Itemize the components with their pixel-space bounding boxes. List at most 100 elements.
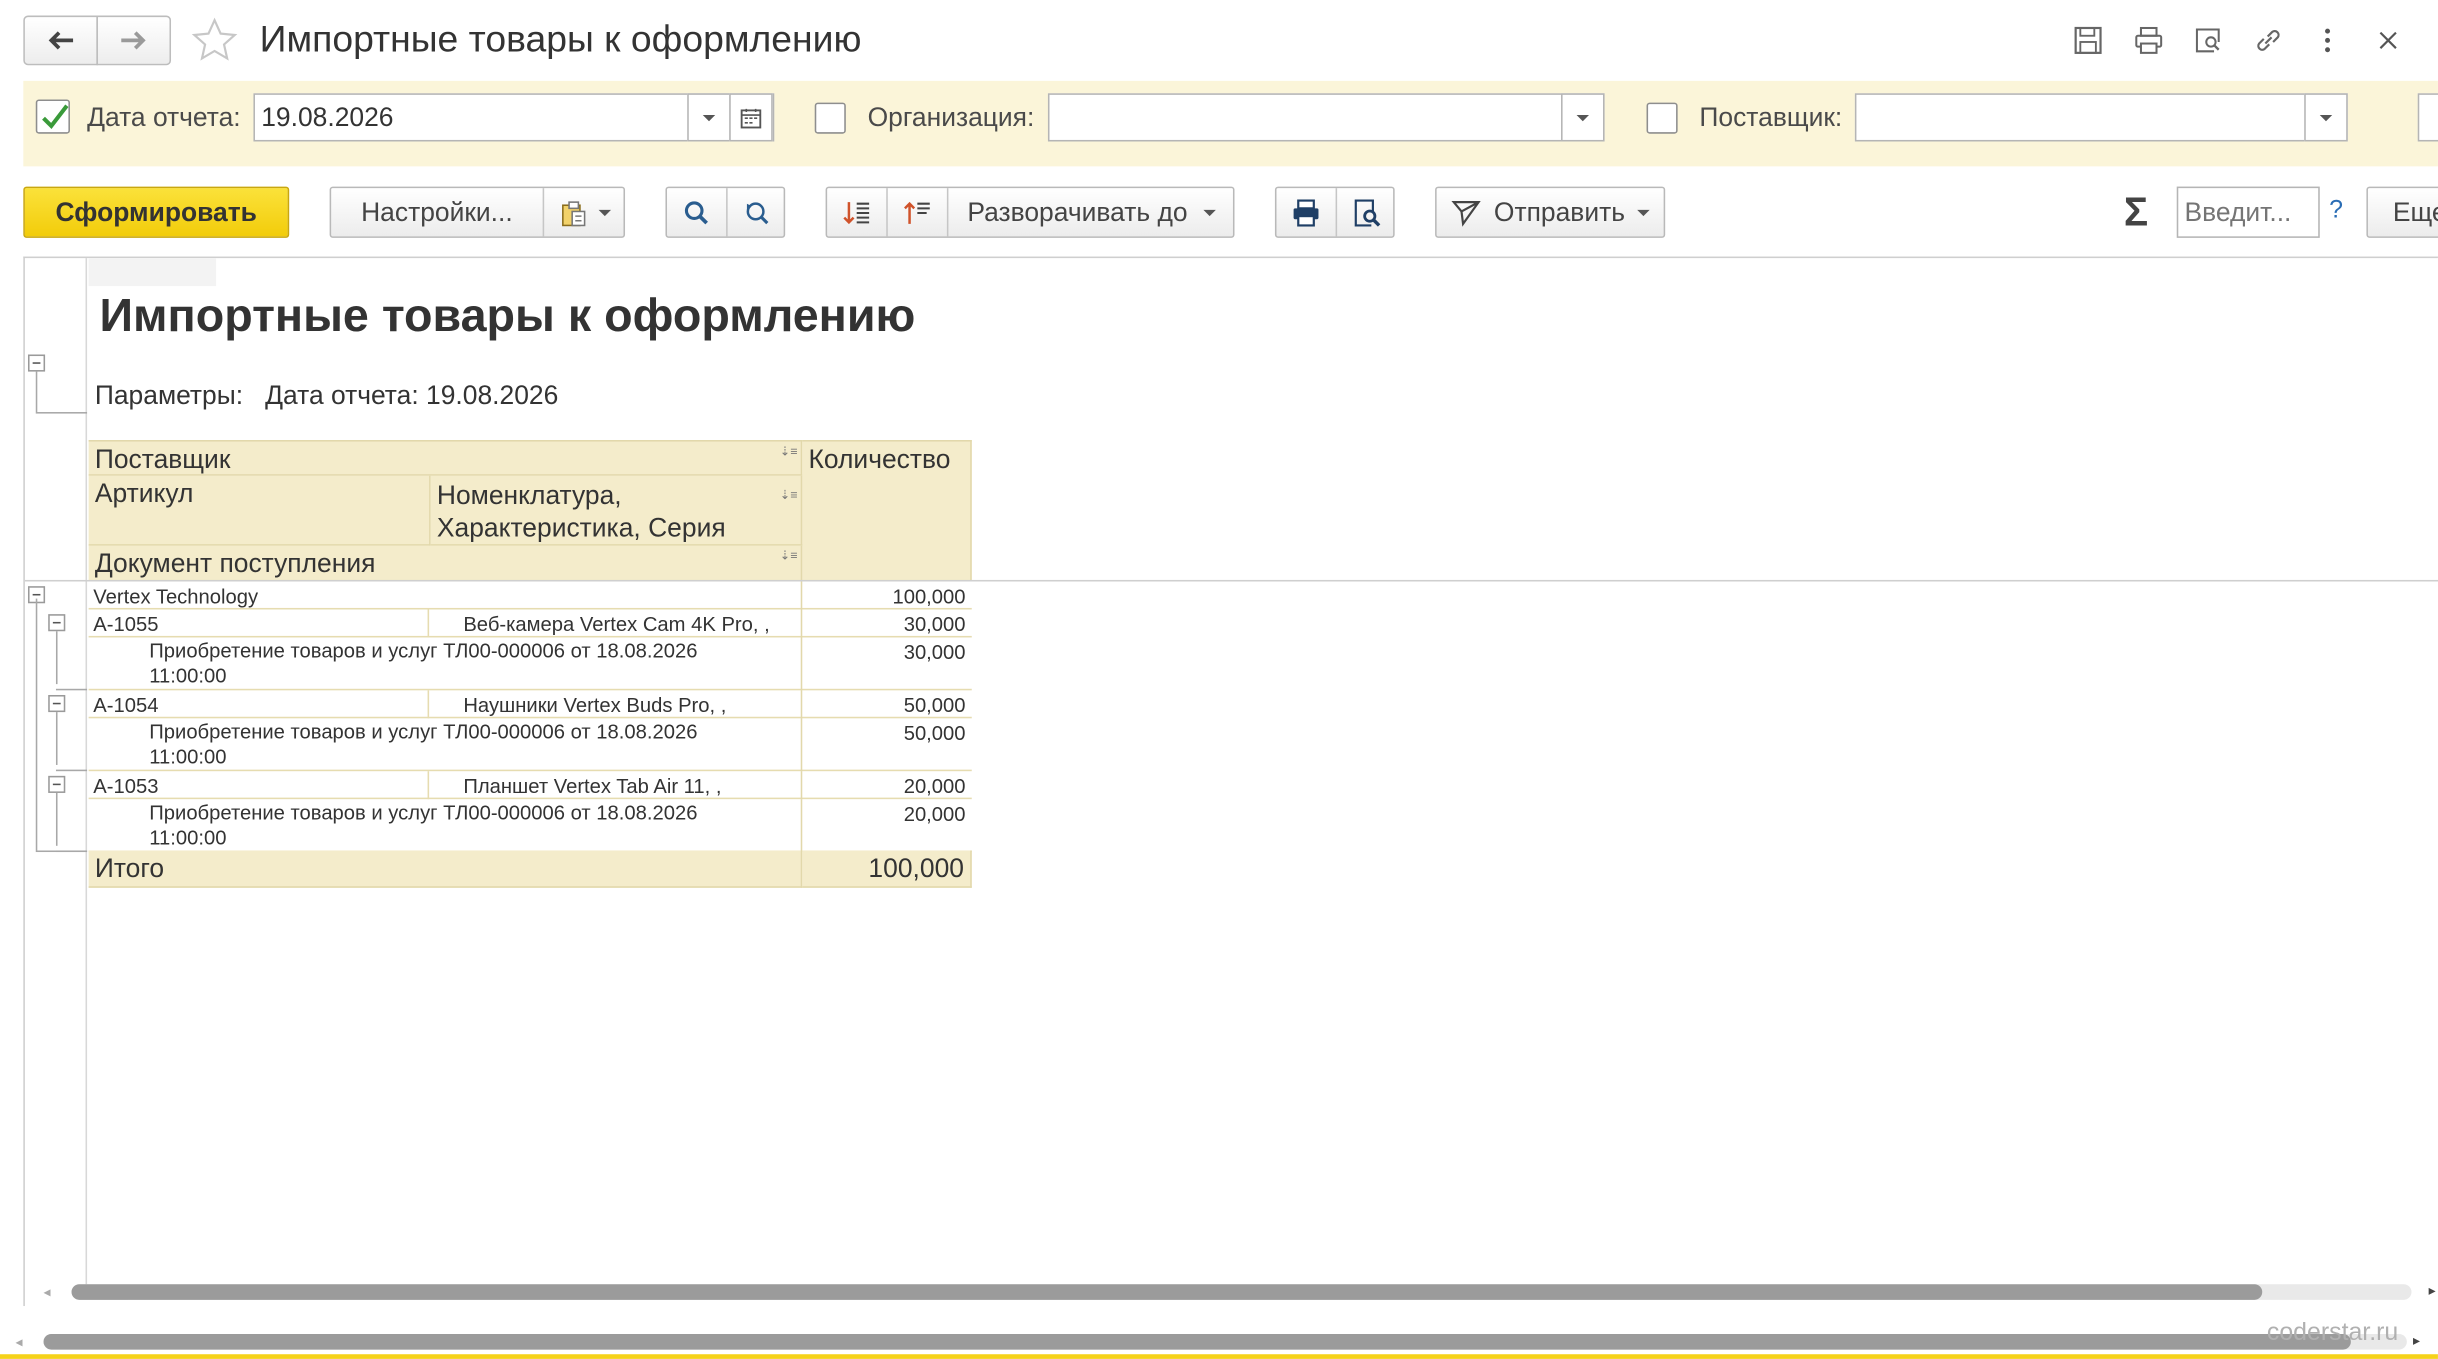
favorite-star-icon[interactable] xyxy=(190,16,240,66)
sort-collapse-icon xyxy=(904,201,930,224)
expand-all-button[interactable] xyxy=(827,188,886,236)
sort-icon[interactable]: ⇣≡ xyxy=(780,445,798,459)
collapse-item-icon[interactable] xyxy=(48,775,66,793)
extra-parameter-button[interactable] xyxy=(2417,93,2438,142)
document-row[interactable]: Приобретение товаров и услуг ТЛ00-000006… xyxy=(88,637,972,691)
collapse-item-icon[interactable] xyxy=(48,614,66,632)
document-row[interactable]: Приобретение товаров и услуг ТЛ00-000006… xyxy=(88,718,972,772)
sort-expand-icon xyxy=(843,201,870,224)
supplier-dropdown-button[interactable] xyxy=(2304,93,2348,142)
help-icon[interactable]: ? xyxy=(2329,197,2343,225)
grouping-button-group: Разворачивать до xyxy=(825,186,1235,238)
cell-main: А-1054 xyxy=(93,693,159,717)
print-icon[interactable] xyxy=(2130,22,2167,59)
close-icon[interactable] xyxy=(2370,22,2407,59)
report-scrollbar-thumb[interactable] xyxy=(71,1284,2263,1300)
scroll-right-icon[interactable]: ▸ xyxy=(2429,1283,2436,1300)
item-row[interactable]: А-1054 Наушники Vertex Buds Pro, , 50,000 xyxy=(88,690,972,719)
save-icon[interactable] xyxy=(2069,22,2106,59)
document-time: 11:00:00 xyxy=(149,663,227,688)
window-title: Импортные товары к оформлению xyxy=(259,18,862,61)
more-vertical-icon[interactable] xyxy=(2309,22,2346,59)
expand-to-button[interactable]: Разворачивать до xyxy=(948,188,1234,236)
report-params-value: Дата отчета: 19.08.2026 xyxy=(265,380,559,411)
report-title: Импортные товары к оформлению xyxy=(99,290,916,343)
cell-main: Vertex Technology xyxy=(93,584,259,608)
arrow-left-icon xyxy=(48,31,74,50)
cell-quantity: 20,000 xyxy=(903,774,966,798)
header-article: Артикул xyxy=(88,475,431,546)
sort-icon[interactable]: ⇣≡ xyxy=(780,549,798,563)
variant-button[interactable] xyxy=(544,188,625,236)
report-variant-icon xyxy=(562,200,586,226)
chevron-down-icon xyxy=(1576,114,1590,121)
bottom-accent-bar xyxy=(0,1354,2438,1359)
calendar-icon xyxy=(740,108,762,128)
preview-icon[interactable] xyxy=(2189,22,2226,59)
expand-to-label: Разворачивать до xyxy=(967,196,1188,227)
report-date-value: 19.08.2026 xyxy=(261,102,394,133)
print-preview-icon xyxy=(1353,198,1380,226)
report-date-field[interactable]: 19.08.2026 xyxy=(253,93,775,142)
printer-icon xyxy=(1293,198,1319,226)
sort-icon[interactable]: ⇣≡ xyxy=(780,479,798,512)
forward-button[interactable] xyxy=(96,15,172,66)
header-document: Документ поступления ⇣≡ xyxy=(88,545,803,582)
back-button[interactable] xyxy=(23,15,98,66)
item-row[interactable]: А-1055 Веб-камера Vertex Cam 4K Pro, , 30,… xyxy=(88,609,972,638)
watermark: coderstar.ru xyxy=(2266,1320,2399,1347)
sum-icon[interactable]: Σ xyxy=(2124,188,2148,236)
organization-label: Организация: xyxy=(867,102,1035,133)
cell-quantity: 50,000 xyxy=(903,721,966,745)
generate-button[interactable]: Сформировать xyxy=(23,186,290,238)
report-spreadsheet[interactable]: Импортные товары к оформлению Параметры:… xyxy=(23,256,2438,1307)
header-supplier: Поставщик ⇣≡ xyxy=(88,440,803,476)
outer-scroll-right-icon[interactable]: ▸ xyxy=(2413,1332,2420,1349)
cell-main: Приобретение товаров и услуг ТЛ00-000006… xyxy=(149,720,697,770)
link-icon[interactable] xyxy=(2250,22,2287,59)
document-name: Приобретение товаров и услуг ТЛ00-000006… xyxy=(149,639,698,663)
collapse-all-button[interactable] xyxy=(888,188,947,236)
parameters-panel: Дата отчета: 19.08.2026 Организация: Пос… xyxy=(23,80,2438,167)
cell-main: Приобретение товаров и услуг ТЛ00-000006… xyxy=(149,639,697,689)
print-preview-button[interactable] xyxy=(1337,188,1395,236)
group-row[interactable]: Vertex Technology 100,000 xyxy=(88,581,972,610)
chevron-down-icon xyxy=(702,114,716,121)
outer-scroll-left-icon[interactable]: ◂ xyxy=(16,1334,23,1351)
calendar-button[interactable] xyxy=(729,93,773,142)
scroll-left-icon[interactable]: ◂ xyxy=(44,1284,51,1301)
send-button[interactable]: Отправить xyxy=(1435,186,1666,238)
search-button[interactable] xyxy=(667,188,726,236)
print-button-group xyxy=(1274,186,1395,238)
organization-field[interactable] xyxy=(1047,93,1605,142)
report-date-dropdown-button[interactable] xyxy=(687,93,731,142)
cell-quantity: 50,000 xyxy=(903,693,966,717)
report-date-checkbox[interactable] xyxy=(35,99,70,134)
document-row[interactable]: Приобретение товаров и услуг ТЛ00-000006… xyxy=(88,799,972,853)
collapse-group-icon[interactable] xyxy=(27,354,46,372)
settings-button[interactable]: Настройки... xyxy=(331,188,542,236)
document-name: Приобретение товаров и услуг ТЛ00-000006… xyxy=(149,800,698,825)
report-params: Параметры: Дата отчета: 19.08.2026 xyxy=(95,381,558,412)
chevron-down-icon xyxy=(2319,114,2333,121)
arrow-right-icon xyxy=(121,31,146,50)
search-refresh-icon xyxy=(745,201,768,224)
supplier-field[interactable] xyxy=(1854,93,2348,142)
item-row[interactable]: А-1053 Планшет Vertex Tab Air 11, , 20,000 xyxy=(88,771,972,800)
collapse-item-icon[interactable] xyxy=(48,694,66,713)
supplier-checkbox[interactable] xyxy=(1646,102,1678,134)
chevron-down-icon xyxy=(1203,209,1216,216)
organization-checkbox[interactable] xyxy=(814,102,846,134)
cell-nomenclature: Веб-камера Vertex Cam 4K Pro, , xyxy=(463,612,770,636)
cell-quantity: 20,000 xyxy=(903,802,966,826)
sum-input[interactable] xyxy=(2176,186,2320,238)
window-scrollbar-thumb[interactable] xyxy=(43,1334,2351,1350)
print-button[interactable] xyxy=(1276,188,1335,236)
document-time: 11:00:00 xyxy=(149,744,227,769)
organization-dropdown-button[interactable] xyxy=(1561,93,1605,142)
cell-nomenclature: Планшет Vertex Tab Air 11, , xyxy=(463,774,722,798)
document-time: 11:00:00 xyxy=(149,825,227,849)
more-button[interactable]: Еще xyxy=(2366,186,2438,238)
search-next-button[interactable] xyxy=(728,188,786,236)
app-window: Импортные товары к оформлению Дата отчет… xyxy=(0,0,2438,1359)
